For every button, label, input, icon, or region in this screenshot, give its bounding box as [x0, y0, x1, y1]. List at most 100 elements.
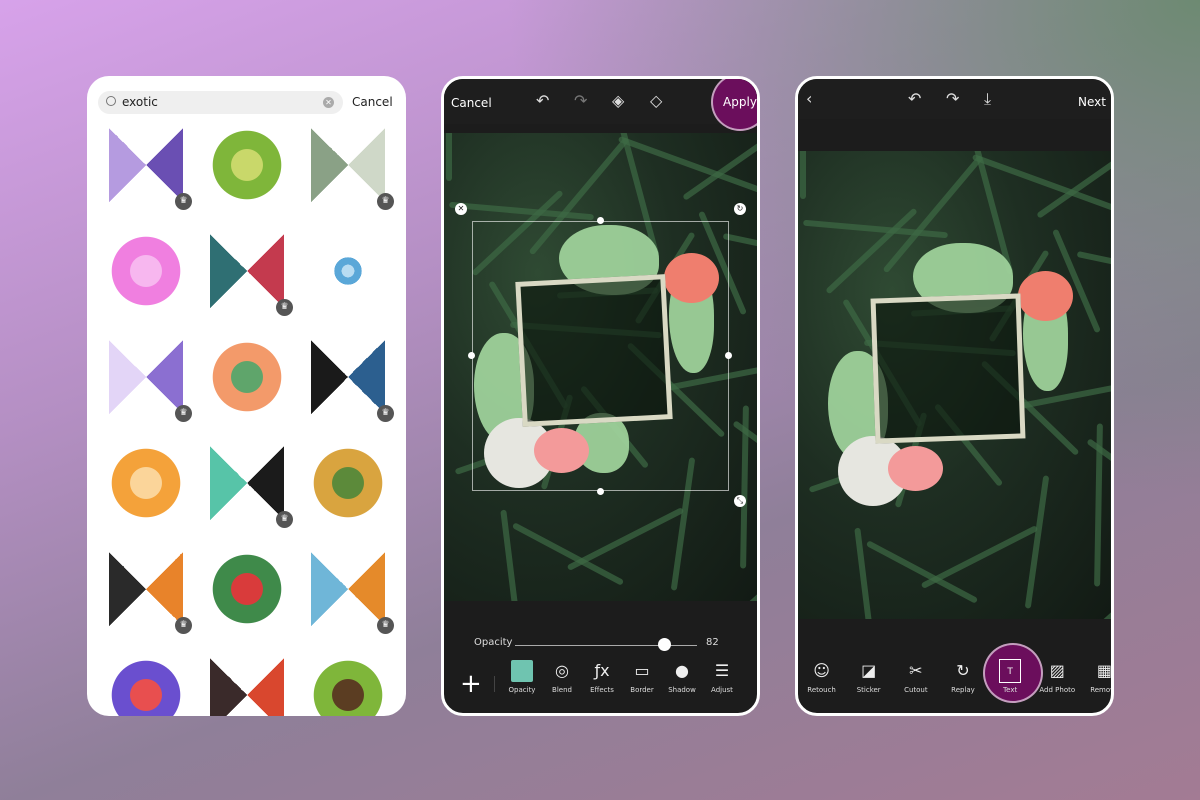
back-icon[interactable]: ‹: [806, 89, 812, 108]
apply-button[interactable]: Apply: [711, 79, 757, 131]
redo-icon[interactable]: ↷: [946, 89, 959, 108]
selection-box[interactable]: [472, 221, 729, 491]
white-butterfly-sticker: [311, 128, 385, 202]
undo-icon[interactable]: ↶: [908, 89, 921, 108]
sticker-item[interactable]: ♛: [95, 332, 196, 424]
sticker-item[interactable]: [95, 226, 196, 318]
fern-frond: [800, 151, 806, 199]
canvas-photo[interactable]: [798, 151, 1111, 619]
layers-icon[interactable]: ◇: [650, 91, 662, 110]
sticker-item[interactable]: [196, 120, 297, 212]
tool-label: Text: [1003, 686, 1018, 694]
purple-butterfly-sticker: [109, 128, 183, 202]
orange-blue-butterfly-sticker: [311, 552, 385, 626]
tool-label: Remove: [1090, 686, 1114, 694]
tool-label: Sticker: [856, 686, 881, 694]
tool-remove[interactable]: ▦ Remove: [1081, 659, 1114, 694]
tool-label: Opacity: [508, 686, 536, 694]
retouch-icon: ☺: [813, 661, 830, 680]
tool-opacity[interactable]: Opacity: [502, 659, 542, 694]
tool-border[interactable]: ▭ Border: [622, 659, 662, 694]
fern-frond: [511, 522, 625, 586]
crown-icon: ♛: [175, 405, 192, 422]
tool-label: Adjust: [711, 686, 733, 694]
tool-label: Shadow: [668, 686, 696, 694]
sticker-item[interactable]: ♛: [196, 438, 297, 530]
tool-effects[interactable]: ƒx Effects: [582, 659, 622, 694]
rotate-icon[interactable]: ↻: [734, 203, 746, 215]
pink-circle-frame-sticker: [109, 234, 183, 308]
tool-replay[interactable]: ↻ Replay: [939, 659, 986, 694]
cancel-button[interactable]: Cancel: [451, 96, 492, 110]
crown-icon: ♛: [175, 193, 192, 210]
crown-icon: ♛: [175, 617, 192, 634]
eraser-icon[interactable]: ◈: [612, 91, 624, 110]
opacity-icon: [502, 659, 542, 683]
redo-icon[interactable]: ↷: [574, 91, 587, 110]
hibiscus-flower: [1018, 271, 1073, 321]
tool-retouch[interactable]: ☺ Retouch: [798, 659, 845, 694]
scissors-icon: ✂: [909, 661, 923, 680]
blend-icon: ◎: [555, 661, 569, 680]
tool-label: Blend: [552, 686, 572, 694]
sticker-item[interactable]: ♛: [95, 544, 196, 636]
kiwi-halves-sticker: [311, 658, 385, 716]
sticker-item[interactable]: [95, 650, 196, 716]
search-icon: [106, 96, 116, 106]
tool-label: Replay: [951, 686, 975, 694]
opacity-label: Opacity: [474, 637, 513, 648]
tropical-fish-sticker: [109, 658, 183, 716]
sticker-item[interactable]: ♛: [297, 332, 398, 424]
tool-text[interactable]: T Text: [987, 659, 1034, 694]
tool-sticker[interactable]: ◪ Sticker: [845, 659, 892, 694]
tool-blend[interactable]: ◎ Blend: [542, 659, 582, 694]
sticker-item[interactable]: [297, 438, 398, 530]
tropical-plants-sticker: [210, 552, 284, 626]
sticker-item[interactable]: [95, 438, 196, 530]
sticker-item[interactable]: [196, 544, 297, 636]
adjust-icon: ☰: [714, 661, 730, 680]
tool-cutout[interactable]: ✂ Cutout: [892, 659, 939, 694]
sticker-item[interactable]: ♛: [297, 120, 398, 212]
sticker-icon: ◪: [861, 661, 877, 680]
tool-label: Border: [630, 686, 654, 694]
tool-label: Retouch: [807, 686, 836, 694]
editor-toolbar: Opacity ◎ Blend ƒx Effects ▭ Border ● Shadow ☰ Adj…: [502, 659, 742, 705]
sticker-item[interactable]: ♛: [95, 120, 196, 212]
tool-shadow[interactable]: ● Shadow: [662, 659, 702, 694]
sticker-item[interactable]: [297, 226, 398, 318]
download-icon[interactable]: ⤓: [984, 89, 991, 109]
canvas-photo[interactable]: ✕ ↻ ⤡: [444, 133, 757, 601]
crown-icon: ♛: [276, 299, 293, 316]
cancel-button[interactable]: Cancel: [352, 95, 393, 109]
undo-icon[interactable]: ↶: [536, 91, 549, 110]
tool-add-photo[interactable]: ▨ Add Photo: [1034, 659, 1081, 694]
tool-adjust[interactable]: ☰ Adjust: [702, 659, 742, 694]
sticker-grid: ♛ ♛ ♛ ♛ ♛ ♛ ♛ ♛: [95, 120, 398, 716]
crown-icon: ♛: [377, 193, 394, 210]
crown-icon: ♛: [377, 617, 394, 634]
clear-icon[interactable]: ✕: [323, 97, 334, 108]
add-icon[interactable]: +: [460, 669, 482, 699]
sticker-item[interactable]: ♛: [297, 544, 398, 636]
replay-icon: ↻: [956, 661, 970, 680]
main-toolbar: ☺ Retouch ◪ Sticker ✂ Cutout ↻ Replay T Text ▨ Add …: [798, 659, 1114, 705]
kiwi-slices-sticker: [210, 128, 284, 202]
sticker-item[interactable]: ♛: [196, 226, 297, 318]
opacity-value: 82: [706, 637, 719, 648]
resize-handle[interactable]: [725, 352, 732, 359]
peacock-butterfly-sticker: [210, 658, 284, 716]
sticker-item[interactable]: [297, 650, 398, 716]
resize-handle[interactable]: [597, 488, 604, 495]
blue-violet-butterfly-sticker: [109, 340, 183, 414]
sticker-item[interactable]: [196, 650, 297, 716]
delete-icon[interactable]: ✕: [455, 203, 467, 215]
next-button[interactable]: Next: [1078, 95, 1106, 109]
blue-swallowtail-butterfly-sticker: [311, 340, 385, 414]
scale-icon[interactable]: ⤡: [734, 495, 746, 507]
opacity-slider-handle[interactable]: [658, 638, 672, 651]
sticker-item[interactable]: [196, 332, 297, 424]
search-input[interactable]: exotic ✕: [98, 91, 343, 114]
resize-handle[interactable]: [597, 217, 604, 224]
resize-handle[interactable]: [468, 352, 475, 359]
